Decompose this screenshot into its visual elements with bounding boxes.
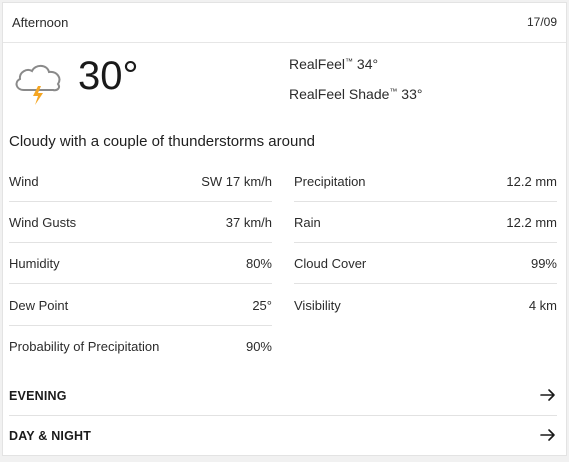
detail-label: Rain	[294, 215, 321, 230]
detail-label: Visibility	[294, 298, 341, 313]
detail-value: 80%	[245, 256, 272, 271]
detail-row-wind-gusts: Wind Gusts 37 km/h	[9, 202, 272, 243]
detail-value: 37 km/h	[225, 215, 272, 230]
evening-link-label: EVENING	[9, 389, 67, 403]
card-header: Afternoon 17/09	[3, 3, 566, 43]
detail-label: Wind Gusts	[9, 215, 77, 230]
detail-label: Probability of Precipitation	[9, 339, 160, 354]
detail-value: 25°	[252, 298, 272, 313]
detail-row-visibility: Visibility 4 km	[294, 285, 557, 326]
detail-label: Wind	[9, 174, 39, 189]
detail-row-precipitation: Precipitation 12.2 mm	[294, 161, 557, 202]
detail-label: Precipitation	[294, 174, 366, 189]
realfeel-value: 34°	[356, 56, 379, 72]
realfeel: RealFeel™ 34°	[289, 56, 378, 72]
detail-row-precip-probability: Probability of Precipitation 90%	[9, 326, 272, 367]
detail-value: SW 17 km/h	[201, 174, 272, 189]
temperature: 30°	[78, 54, 139, 98]
detail-row-humidity: Humidity 80%	[9, 243, 272, 284]
cloud-thunder-icon	[10, 54, 66, 108]
detail-row-cloud-cover: Cloud Cover 99%	[294, 243, 557, 284]
day-night-link[interactable]: DAY & NIGHT	[9, 418, 557, 456]
forecast-date: 17/09	[526, 15, 557, 29]
detail-value: 4 km	[528, 298, 557, 313]
evening-link[interactable]: EVENING	[9, 378, 557, 416]
realfeel-label: RealFeel	[289, 56, 346, 72]
realfeel-shade: RealFeel Shade™ 33°	[289, 86, 422, 102]
detail-value: 99%	[530, 256, 557, 271]
day-night-link-label: DAY & NIGHT	[9, 429, 92, 443]
realfeel-shade-value: 33°	[401, 86, 423, 102]
detail-value: 90%	[245, 339, 272, 354]
trademark-mark: ™	[389, 87, 398, 96]
detail-value: 12.2 mm	[506, 215, 557, 230]
detail-value: 12.2 mm	[506, 174, 557, 189]
detail-row-wind: Wind SW 17 km/h	[9, 161, 272, 202]
detail-row-rain: Rain 12.2 mm	[294, 202, 557, 243]
detail-row-dew-point: Dew Point 25°	[9, 285, 272, 326]
period-title: Afternoon	[12, 15, 69, 30]
detail-label: Dew Point	[9, 298, 69, 313]
detail-label: Humidity	[9, 256, 60, 271]
realfeel-shade-label: RealFeel Shade	[289, 86, 390, 102]
detail-label: Cloud Cover	[294, 256, 367, 271]
trademark-mark: ™	[345, 57, 354, 66]
weather-phrase: Cloudy with a couple of thunderstorms ar…	[9, 133, 316, 150]
arrow-right-icon	[539, 426, 557, 444]
arrow-right-icon	[539, 386, 557, 404]
